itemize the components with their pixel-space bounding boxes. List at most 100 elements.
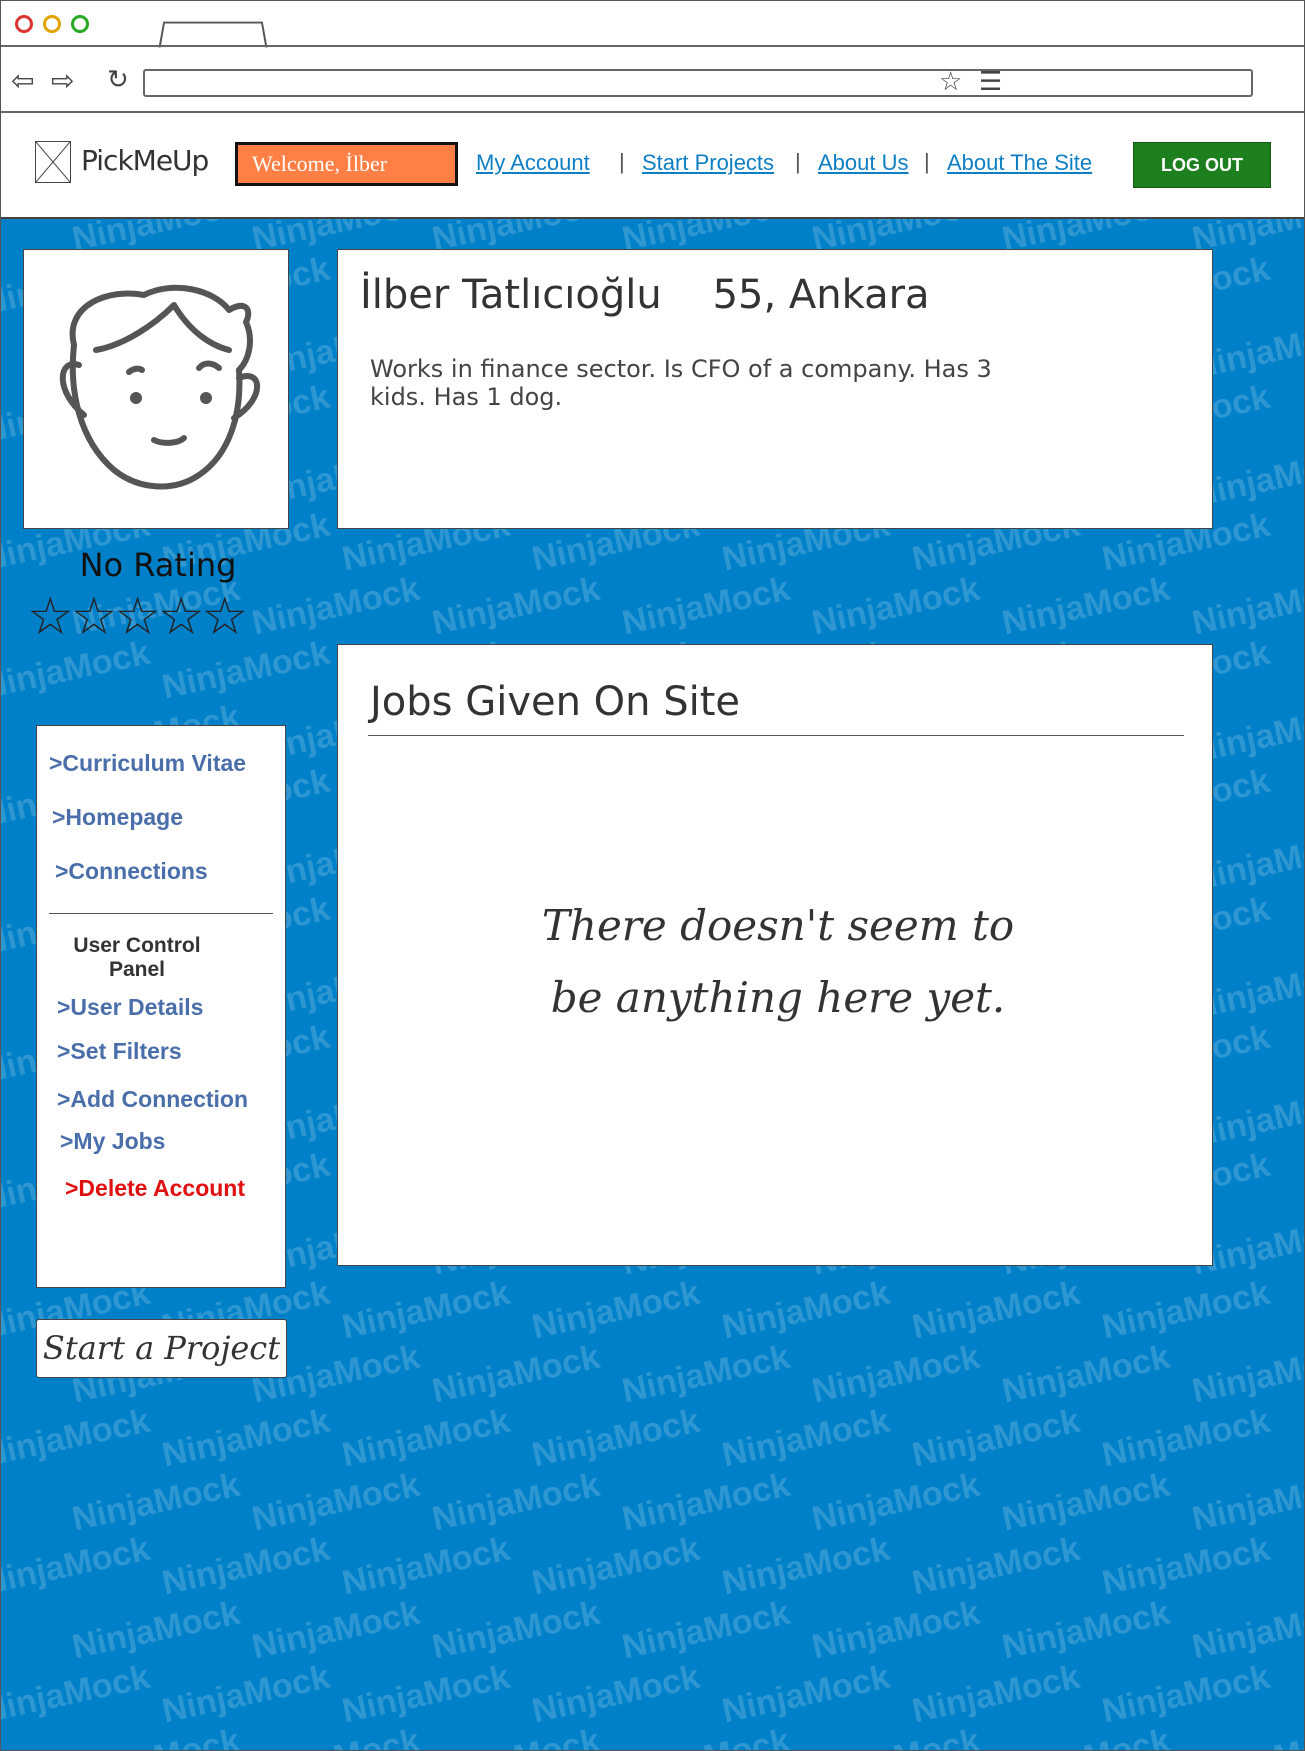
watermark-text: NinjaMock: [248, 1593, 424, 1667]
watermark-text: NinjaMock: [998, 1465, 1174, 1539]
nav-separator: |: [924, 149, 930, 174]
watermark-text: NinjaMock: [429, 1722, 603, 1750]
url-bar[interactable]: [143, 69, 1253, 97]
watermark-text: NinjaMock: [808, 1337, 984, 1411]
watermark-text: NinjaMock: [338, 1529, 514, 1603]
watermark-text: NinjaMock: [908, 1529, 1084, 1603]
forward-arrow-icon[interactable]: ⇨: [51, 67, 74, 95]
maximize-window-icon[interactable]: [71, 15, 89, 33]
profile-card: İlber Tatlıcıoğlu 55, Ankara Works in fi…: [337, 249, 1213, 529]
watermark-text: NinjaMock: [68, 1593, 244, 1667]
image-placeholder-icon: [36, 142, 70, 182]
watermark-text: NinjaMock: [0, 1401, 154, 1475]
watermark-text: NinjaMock: [338, 1401, 514, 1475]
watermark-text: NinjaMock: [528, 1657, 704, 1731]
nav-separator: |: [619, 149, 625, 174]
sidebar-item-connections[interactable]: >Connections: [55, 858, 208, 885]
watermark-text: NinjaMock: [999, 1722, 1173, 1750]
logo-text[interactable]: PickMeUp: [81, 144, 209, 177]
watermark-text: NinjaMock: [1188, 1593, 1305, 1667]
nav-link-my-account[interactable]: My Account: [476, 150, 590, 176]
sidebar-item-user-details[interactable]: >User Details: [57, 994, 203, 1021]
star-icon[interactable]: ☆: [27, 591, 74, 643]
empty-state-line: There doesn't seem to: [541, 901, 1015, 950]
watermark-text: NinjaMock: [428, 1337, 604, 1411]
star-icon[interactable]: ☆: [158, 591, 205, 643]
empty-state-message: There doesn't seem to be anything here y…: [478, 890, 1078, 1034]
watermark-text: NinjaMock: [718, 1657, 894, 1731]
user-control-panel-title: User Control Panel: [73, 934, 201, 981]
watermark-text: NinjaMock: [998, 1593, 1174, 1667]
jobs-title-divider: [368, 735, 1184, 736]
profile-bio: Works in finance sector. Is CFO of a com…: [370, 355, 992, 411]
sidebar-item-my-jobs[interactable]: >My Jobs: [60, 1128, 165, 1155]
sidebar-item-delete-account[interactable]: >Delete Account: [65, 1175, 245, 1202]
logout-button[interactable]: LOG OUT: [1133, 142, 1271, 188]
watermark-text: NinjaMock: [528, 1529, 704, 1603]
watermark-text: NinjaMock: [158, 1657, 334, 1731]
profile-name-age-city: İlber Tatlıcıoğlu 55, Ankara: [360, 272, 930, 318]
nav-link-about-the-site[interactable]: About The Site: [947, 150, 1092, 176]
watermark-text: NinjaMock: [1098, 1273, 1274, 1347]
sidebar-item-curriculum-vitae[interactable]: >Curriculum Vitae: [49, 750, 246, 777]
watermark-text: NinjaMock: [998, 1337, 1174, 1411]
jobs-panel: Jobs Given On Site There doesn't seem to…: [337, 644, 1213, 1266]
reload-icon[interactable]: ↻: [107, 67, 129, 93]
watermark-text: NinjaMock: [1188, 1465, 1305, 1539]
watermark-text: NinjaMock: [618, 1593, 794, 1667]
watermark-text: NinjaMock: [718, 1529, 894, 1603]
watermark-text: NinjaMock: [528, 1401, 704, 1475]
browser-chrome: ⇦ ⇨ ↻ ☆ ☰: [1, 1, 1304, 113]
watermark-text: NinjaMock: [249, 1722, 423, 1750]
watermark-text: NinjaMock: [428, 1593, 604, 1667]
watermark-text: NinjaMock: [618, 1465, 794, 1539]
bookmark-star-icon[interactable]: ☆: [939, 69, 962, 95]
watermark-text: NinjaMock: [528, 1273, 704, 1347]
watermark-text: NinjaMock: [808, 1465, 984, 1539]
watermark-text: NinjaMock: [1098, 1657, 1274, 1731]
watermark-text: NinjaMock: [1098, 1401, 1274, 1475]
watermark-text: NinjaMock: [808, 569, 984, 643]
user-face-icon: [59, 284, 261, 490]
jobs-title: Jobs Given On Site: [370, 679, 741, 725]
menu-divider: [49, 913, 273, 914]
watermark-text: NinjaMock: [998, 569, 1174, 643]
start-project-button[interactable]: Start a Project: [36, 1319, 287, 1378]
watermark-text: NinjaMock: [908, 1273, 1084, 1347]
close-window-icon[interactable]: [15, 15, 33, 33]
browser-tab[interactable]: [158, 21, 268, 48]
watermark-text: NinjaMock: [428, 1465, 604, 1539]
watermark-text: NinjaMock: [808, 1593, 984, 1667]
tab-divider: [1, 45, 1304, 47]
avatar: [23, 249, 289, 529]
watermark-text: NinjaMock: [338, 1657, 514, 1731]
empty-state-line: be anything here yet.: [550, 973, 1006, 1022]
page-frame: NinjaMock NinjaMock NinjaMock NinjaMock Ninj…: [0, 0, 1305, 1751]
watermark-text: NinjaMock: [0, 1657, 154, 1731]
watermark-text: NinjaMock: [1098, 1529, 1274, 1603]
star-icon[interactable]: ☆: [114, 591, 161, 643]
sidebar-item-homepage[interactable]: >Homepage: [52, 804, 183, 831]
rating-label: No Rating: [79, 546, 237, 584]
minimize-window-icon[interactable]: [43, 15, 61, 33]
back-arrow-icon[interactable]: ⇦: [11, 67, 34, 95]
nav-link-about-us[interactable]: About Us: [818, 150, 909, 176]
nav-link-start-projects[interactable]: Start Projects: [642, 150, 774, 176]
sidebar-item-set-filters[interactable]: >Set Filters: [57, 1038, 182, 1065]
watermark-text: NinjaMock: [158, 1401, 334, 1475]
watermark-text: NinjaMock: [68, 1465, 244, 1539]
menu-icon[interactable]: ☰: [979, 69, 1002, 95]
watermark-text: NinjaMock: [618, 569, 794, 643]
watermark-text: NinjaMock: [619, 1722, 793, 1750]
rating-stars[interactable]: ☆☆☆☆☆: [27, 591, 248, 643]
star-icon[interactable]: ☆: [71, 591, 118, 643]
watermark-text: NinjaMock: [809, 1722, 983, 1750]
watermark-text: NinjaMock: [248, 1465, 424, 1539]
star-icon[interactable]: ☆: [202, 591, 249, 643]
watermark-text: NinjaMock: [338, 1273, 514, 1347]
watermark-text: NinjaMock: [69, 1722, 243, 1750]
sidebar-item-add-connection[interactable]: >Add Connection: [57, 1086, 248, 1113]
watermark-text: NinjaMock: [1189, 1722, 1304, 1750]
watermark-text: NinjaMock: [718, 1401, 894, 1475]
watermark-text: NinjaMock: [908, 1657, 1084, 1731]
